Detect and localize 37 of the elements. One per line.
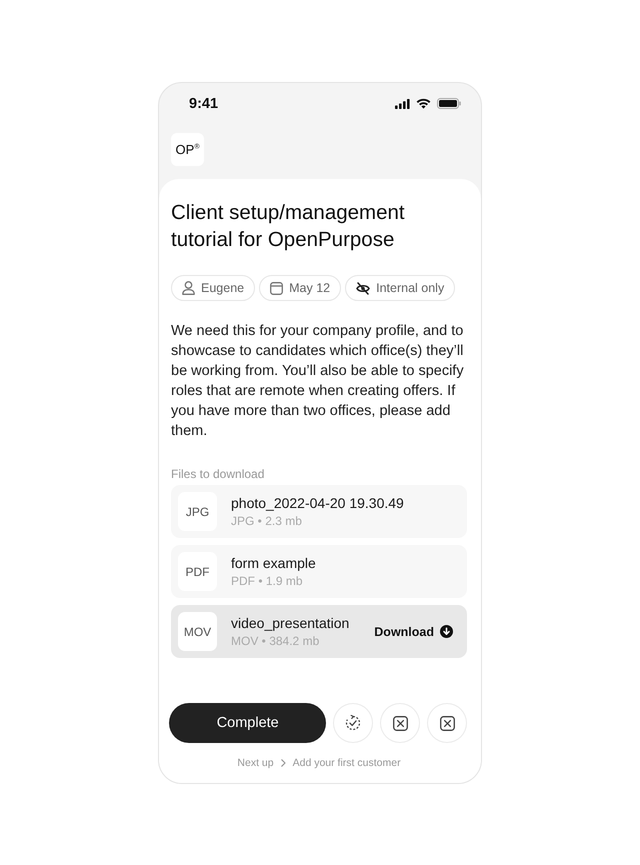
recheck-button[interactable]	[333, 703, 374, 743]
eye-off-icon	[356, 282, 370, 294]
next-up-label: Next up	[237, 757, 274, 769]
files-heading: Files to download	[171, 466, 266, 482]
file-type-tile: MOV	[178, 612, 217, 651]
file-name: photo_2022-04-20 19.30.49	[231, 494, 405, 512]
battery-icon	[437, 98, 461, 109]
close-icon	[440, 716, 455, 730]
file-meta: PDF • 1.9 mb	[231, 572, 304, 590]
calendar-icon	[270, 282, 284, 294]
chip-label: Internal only	[376, 281, 444, 295]
close-icon	[392, 716, 408, 730]
signal-icon	[395, 98, 410, 108]
file-meta: JPG • 2.3 mb	[231, 512, 303, 530]
file-name: form example	[231, 554, 317, 572]
close-button[interactable]	[380, 703, 420, 743]
wifi-icon	[416, 98, 431, 109]
task-title: Client setup/management tutorial for OpenPurpose	[171, 200, 406, 253]
file-row[interactable]: MOV video_presentation MOV • 384.2 mb Download	[171, 605, 467, 658]
download-button[interactable]: Download	[374, 624, 453, 638]
task-description: We need this for your company profile, and to showcase to candidates which office(s) they’ll be working from. You’ll also be able to specify roles that are remote when creating offers. If you have more than two offices, please add them.	[171, 322, 465, 441]
complete-button[interactable]: Complete	[169, 703, 326, 743]
chip-label: May 12	[289, 281, 330, 295]
person-icon	[182, 281, 195, 295]
file-type-tile: JPG	[178, 492, 217, 531]
file-row[interactable]: PDF form example PDF • 1.9 mb	[171, 545, 467, 598]
file-meta: MOV • 384.2 mb	[231, 632, 320, 650]
chevron-right-icon	[280, 759, 286, 767]
close-button[interactable]	[427, 703, 468, 743]
logo-tile: OP$^{®}$	[171, 133, 204, 166]
download-icon	[440, 625, 453, 638]
chip-label: Eugene	[201, 281, 244, 295]
refresh-check-icon	[345, 715, 362, 731]
file-type-tile: PDF	[178, 552, 217, 591]
file-name: video_presentation	[231, 614, 350, 632]
file-row[interactable]: JPG photo_2022-04-20 19.30.49 JPG • 2.3 mb	[171, 485, 467, 538]
status-time: 9:41	[189, 96, 218, 112]
